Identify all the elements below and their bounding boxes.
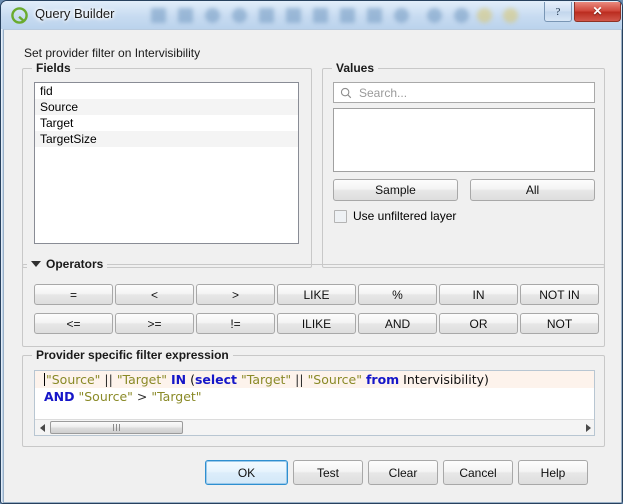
scrollbar-thumb[interactable] [50, 421, 183, 434]
list-item[interactable]: TargetSize [35, 131, 298, 147]
title-bar[interactable]: Query Builder ? ✕ [1, 1, 622, 29]
operator-button-greater-equal[interactable]: >= [115, 313, 194, 334]
search-placeholder: Search... [359, 85, 408, 100]
cancel-button[interactable]: Cancel [443, 460, 513, 485]
help-titlebar-button[interactable]: ? [544, 2, 572, 22]
expression-groupbox: Provider specific filter expression "Sou… [22, 348, 605, 447]
help-button[interactable]: Help [518, 460, 588, 485]
expression-token: > [132, 389, 152, 404]
operators-group-header[interactable]: Operators [27, 257, 108, 271]
scroll-right-icon[interactable] [581, 420, 594, 435]
operators-group-label: Operators [46, 257, 104, 271]
operator-button-equals[interactable]: = [34, 284, 113, 305]
window-title: Query Builder [35, 6, 115, 21]
list-item[interactable]: fid [35, 83, 298, 99]
operator-button-not-equal[interactable]: != [196, 313, 275, 334]
expression-token: ( [186, 372, 195, 387]
values-groupbox: Values Search... Sample All Use unfilter… [322, 61, 605, 268]
close-icon[interactable]: ✕ [574, 2, 621, 22]
checkbox-box[interactable] [334, 209, 347, 223]
operator-button-like[interactable]: LIKE [277, 284, 356, 305]
operator-button-percent[interactable]: % [358, 284, 437, 305]
expression-line-2[interactable]: AND "Source" > "Target" [35, 388, 594, 405]
search-input[interactable]: Search... [333, 82, 595, 103]
scrollbar-track[interactable] [50, 420, 581, 435]
expression-horizontal-scrollbar[interactable] [35, 419, 594, 435]
dialog-client-area: Set provider filter on Intervisibility F… [3, 29, 622, 503]
qgis-q-logo-icon [11, 7, 28, 24]
expression-token: "Target" [151, 389, 202, 404]
clear-button[interactable]: Clear [368, 460, 438, 485]
expression-token: "Target" [241, 372, 292, 387]
filter-expression-editor[interactable]: "Source" || "Target" IN (select "Target"… [34, 370, 595, 436]
expression-token: "Target" [116, 372, 167, 387]
values-group-label: Values [332, 61, 379, 75]
expression-token: "Source" [78, 389, 133, 404]
chevron-down-icon[interactable] [31, 261, 41, 267]
window-controls: ? ✕ [544, 2, 621, 22]
expression-token: "Source" [46, 372, 101, 387]
expression-line-1[interactable]: "Source" || "Target" IN (select "Target"… [35, 371, 594, 388]
expression-group-label: Provider specific filter expression [32, 348, 233, 362]
operator-button-ilike[interactable]: ILIKE [277, 313, 356, 334]
expression-token: || [100, 372, 117, 387]
sample-button[interactable]: Sample [333, 179, 458, 201]
expression-token: IN [170, 372, 187, 387]
ok-button[interactable]: OK [205, 460, 288, 485]
expression-token: from [365, 372, 400, 387]
search-icon [340, 87, 352, 98]
text-cursor [44, 373, 45, 386]
provider-filter-subtitle: Set provider filter on Intervisibility [24, 46, 201, 60]
query-builder-window: Query Builder ? ✕ Set provider filter on… [0, 0, 623, 504]
expression-token: select [194, 372, 238, 387]
use-unfiltered-layer-label: Use unfiltered layer [353, 209, 457, 223]
operator-button-in[interactable]: IN [439, 284, 518, 305]
expression-token: AND [44, 389, 75, 404]
use-unfiltered-layer-checkbox[interactable]: Use unfiltered layer [334, 209, 456, 223]
scroll-left-icon[interactable] [35, 420, 50, 435]
test-button[interactable]: Test [293, 460, 363, 485]
fields-groupbox: Fields fid Source Target TargetSize [22, 61, 312, 268]
operator-button-and[interactable]: AND [358, 313, 437, 334]
operator-button-less-equal[interactable]: <= [34, 313, 113, 334]
operator-button-not[interactable]: NOT [520, 313, 599, 334]
expression-token: || [291, 372, 308, 387]
operator-button-or[interactable]: OR [439, 313, 518, 334]
expression-token: "Source" [307, 372, 362, 387]
fields-group-label: Fields [32, 61, 75, 75]
operators-groupbox: Operators = < > LIKE % IN NOT IN <= >= !… [22, 257, 605, 347]
list-item[interactable]: Source [35, 99, 298, 115]
operator-button-less-than[interactable]: < [115, 284, 194, 305]
operator-button-greater-than[interactable]: > [196, 284, 275, 305]
all-button[interactable]: All [470, 179, 595, 201]
expression-token: Intervisibility) [399, 372, 489, 387]
operator-button-not-in[interactable]: NOT IN [520, 284, 599, 305]
fields-list[interactable]: fid Source Target TargetSize [34, 82, 299, 244]
background-toolbar-ghosts [151, 5, 521, 27]
list-item[interactable]: Target [35, 115, 298, 131]
values-list[interactable] [333, 108, 595, 172]
